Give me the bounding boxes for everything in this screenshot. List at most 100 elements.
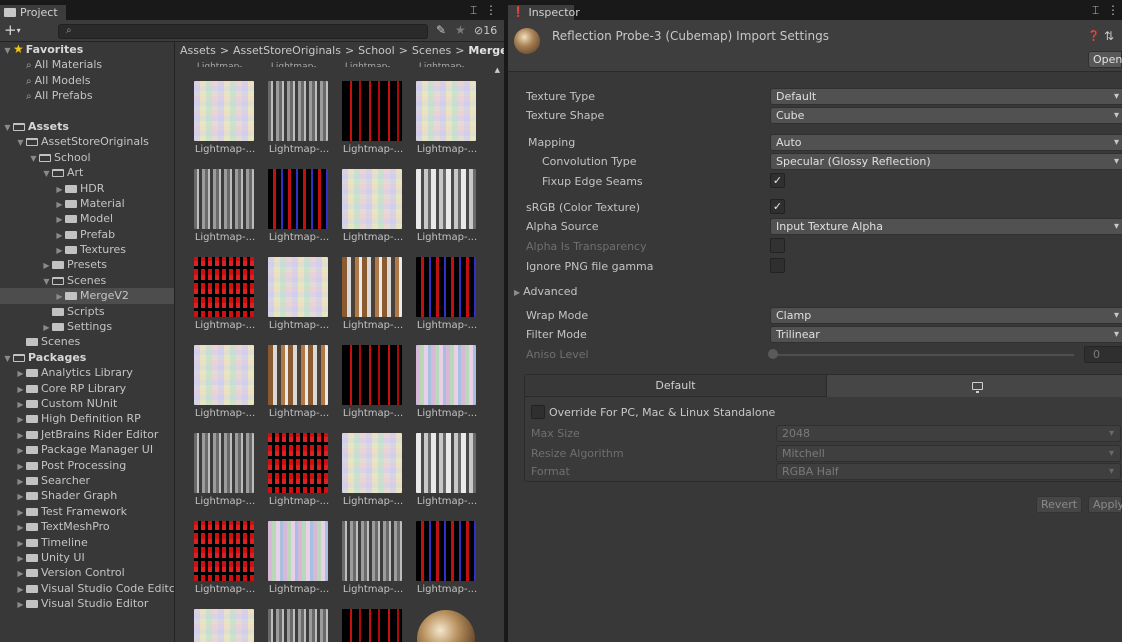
tree-item[interactable]: ▶ Core RP Library (0, 381, 174, 396)
tree-item[interactable]: ▼ School (0, 150, 174, 165)
tree-item[interactable]: ▼ Scenes (0, 273, 174, 288)
srgb-checkbox[interactable]: ✓ (770, 199, 785, 214)
asset-thumbnail[interactable] (268, 609, 330, 642)
asset-thumbnail[interactable]: Lightmap-... (194, 521, 256, 595)
asset-thumbnail[interactable]: Lightmap-... (416, 521, 478, 595)
advanced-foldout[interactable]: ▶ Advanced (514, 285, 578, 298)
asset-thumbnail[interactable]: Lightmap-... (268, 433, 330, 507)
hidden-packages-toggle[interactable]: ⊘16 (474, 24, 497, 37)
override-checkbox[interactable] (531, 405, 545, 419)
asset-thumbnail[interactable] (416, 609, 478, 642)
asset-thumbnail[interactable]: Lightmap-... (342, 521, 404, 595)
chevron-right-icon[interactable]: ▶ (15, 489, 26, 504)
star-icon[interactable]: ★ (455, 23, 466, 37)
asset-thumbnail[interactable] (194, 609, 256, 642)
tree-item[interactable]: ▶ Unity UI (0, 550, 174, 565)
asset-thumbnail[interactable]: Lightmap-... (416, 433, 478, 507)
tree-item[interactable]: ▼ ★ Favorites (0, 42, 174, 57)
tree-item[interactable]: ▶ Timeline (0, 535, 174, 550)
tab-project[interactable]: Project (0, 5, 66, 20)
asset-thumbnail[interactable]: Lightmap-... (194, 169, 256, 243)
breadcrumb-item[interactable]: Scenes (412, 44, 451, 57)
chevron-right-icon[interactable]: ▶ (15, 382, 26, 397)
breadcrumb-current[interactable]: Merge (468, 44, 504, 57)
chevron-right-icon[interactable]: ▶ (54, 212, 65, 227)
tab-menu-icon[interactable]: ⌶ ⋮ (1092, 3, 1121, 18)
chevron-down-icon[interactable]: ▼ (41, 274, 52, 289)
asset-thumbnail[interactable]: Lightmap-... (416, 345, 478, 419)
tree-item[interactable]: ▶ Visual Studio Code Editc (0, 581, 174, 596)
tree-item[interactable]: ⌕ All Prefabs (0, 88, 174, 103)
tree-item[interactable]: Scenes (0, 334, 174, 349)
chevron-down-icon[interactable]: ▼ (2, 120, 13, 135)
chevron-right-icon[interactable]: ▶ (54, 182, 65, 197)
chevron-right-icon[interactable]: ▶ (15, 474, 26, 489)
tree-item[interactable]: ▶ Version Control (0, 565, 174, 580)
chevron-right-icon[interactable]: ▶ (15, 505, 26, 520)
chevron-right-icon[interactable]: ▶ (54, 243, 65, 258)
convolution-type-dropdown[interactable]: Specular (Glossy Reflection) (770, 153, 1122, 170)
tree-item[interactable]: ▶ Settings (0, 319, 174, 334)
open-button[interactable]: Open (1088, 51, 1122, 68)
tree-item[interactable]: ▶ Searcher (0, 473, 174, 488)
asset-thumbnail[interactable]: Lightmap-... (342, 81, 404, 155)
tree-item[interactable]: ▶ Post Processing (0, 458, 174, 473)
asset-thumbnail[interactable]: Lightmap-... (416, 257, 478, 331)
asset-thumbnail[interactable] (342, 609, 404, 642)
chevron-right-icon[interactable]: ▶ (15, 566, 26, 581)
chevron-right-icon[interactable]: ▶ (41, 258, 52, 273)
chevron-right-icon[interactable]: ▶ (15, 366, 26, 381)
tree-item[interactable]: ▶ Test Framework (0, 504, 174, 519)
tree-item[interactable]: ⌕ All Models (0, 73, 174, 88)
tree-item[interactable]: ▶ Textures (0, 242, 174, 257)
create-button[interactable]: +▾ (4, 21, 21, 39)
asset-thumbnail[interactable]: Lightmap-... (268, 345, 330, 419)
chevron-down-icon[interactable]: ▼ (2, 351, 13, 366)
tree-item[interactable]: ▶ HDR (0, 181, 174, 196)
asset-thumbnail[interactable]: Lightmap-... (342, 257, 404, 331)
tree-item[interactable]: ▶ Package Manager UI (0, 442, 174, 457)
settings-sliders-icon[interactable]: ⇅ (1104, 29, 1114, 43)
breadcrumb-item[interactable]: AssetStoreOriginals (233, 44, 341, 57)
chevron-right-icon[interactable]: ▶ (54, 197, 65, 212)
chevron-right-icon[interactable]: ▶ (15, 412, 26, 427)
asset-thumbnail[interactable]: Lightmap-... (194, 345, 256, 419)
asset-thumbnail[interactable]: Lightmap-... (268, 81, 330, 155)
tree-item[interactable]: ▶ Custom NUnit (0, 396, 174, 411)
mapping-dropdown[interactable]: Auto (770, 134, 1122, 151)
asset-thumbnail[interactable]: Lightmap-... (342, 345, 404, 419)
tab-default-platform[interactable]: Default (525, 375, 827, 397)
scroll-up-arrow-icon[interactable]: ▲ (495, 66, 500, 74)
tree-item[interactable]: ▶ Material (0, 196, 174, 211)
fixup-edge-seams-checkbox[interactable]: ✓ (770, 173, 785, 188)
tree-item[interactable]: ▶ Model (0, 211, 174, 226)
tree-item[interactable]: Scripts (0, 304, 174, 319)
chevron-right-icon[interactable]: ▶ (15, 582, 26, 597)
filter-by-type-icon[interactable]: ✎ (436, 23, 446, 37)
tree-item[interactable]: ▶ JetBrains Rider Editor (0, 427, 174, 442)
chevron-down-icon[interactable]: ▼ (15, 135, 26, 150)
asset-thumbnail[interactable]: Lightmap-... (268, 257, 330, 331)
tree-item[interactable]: ▶ Presets (0, 257, 174, 272)
asset-thumbnail[interactable]: Lightmap-... (268, 521, 330, 595)
breadcrumb-item[interactable]: Assets (180, 44, 216, 57)
wrap-mode-dropdown[interactable]: Clamp (770, 307, 1122, 324)
tree-item[interactable]: ▶ Visual Studio Editor (0, 596, 174, 611)
chevron-right-icon[interactable]: ▶ (15, 536, 26, 551)
tab-standalone-platform[interactable] (827, 375, 1122, 397)
tree-item[interactable]: ▶ Shader Graph (0, 488, 174, 503)
texture-type-dropdown[interactable]: Default (770, 88, 1122, 105)
asset-thumbnail[interactable]: Lightmap-... (342, 433, 404, 507)
chevron-right-icon[interactable]: ▶ (15, 428, 26, 443)
chevron-down-icon[interactable]: ▼ (2, 43, 13, 58)
tab-inspector[interactable]: ❗ Inspector (508, 5, 580, 20)
ignore-png-gamma-checkbox[interactable] (770, 258, 785, 273)
chevron-right-icon[interactable]: ▶ (15, 597, 26, 612)
tree-item[interactable]: ▶ TextMeshPro (0, 519, 174, 534)
chevron-right-icon[interactable]: ▶ (41, 320, 52, 335)
chevron-right-icon[interactable]: ▶ (15, 520, 26, 535)
asset-thumbnail[interactable]: Lightmap-... (194, 257, 256, 331)
tree-item[interactable]: ▼ AssetStoreOriginals (0, 134, 174, 149)
asset-thumbnail[interactable]: Lightmap-... (194, 81, 256, 155)
revert-button[interactable]: Revert (1036, 496, 1083, 513)
